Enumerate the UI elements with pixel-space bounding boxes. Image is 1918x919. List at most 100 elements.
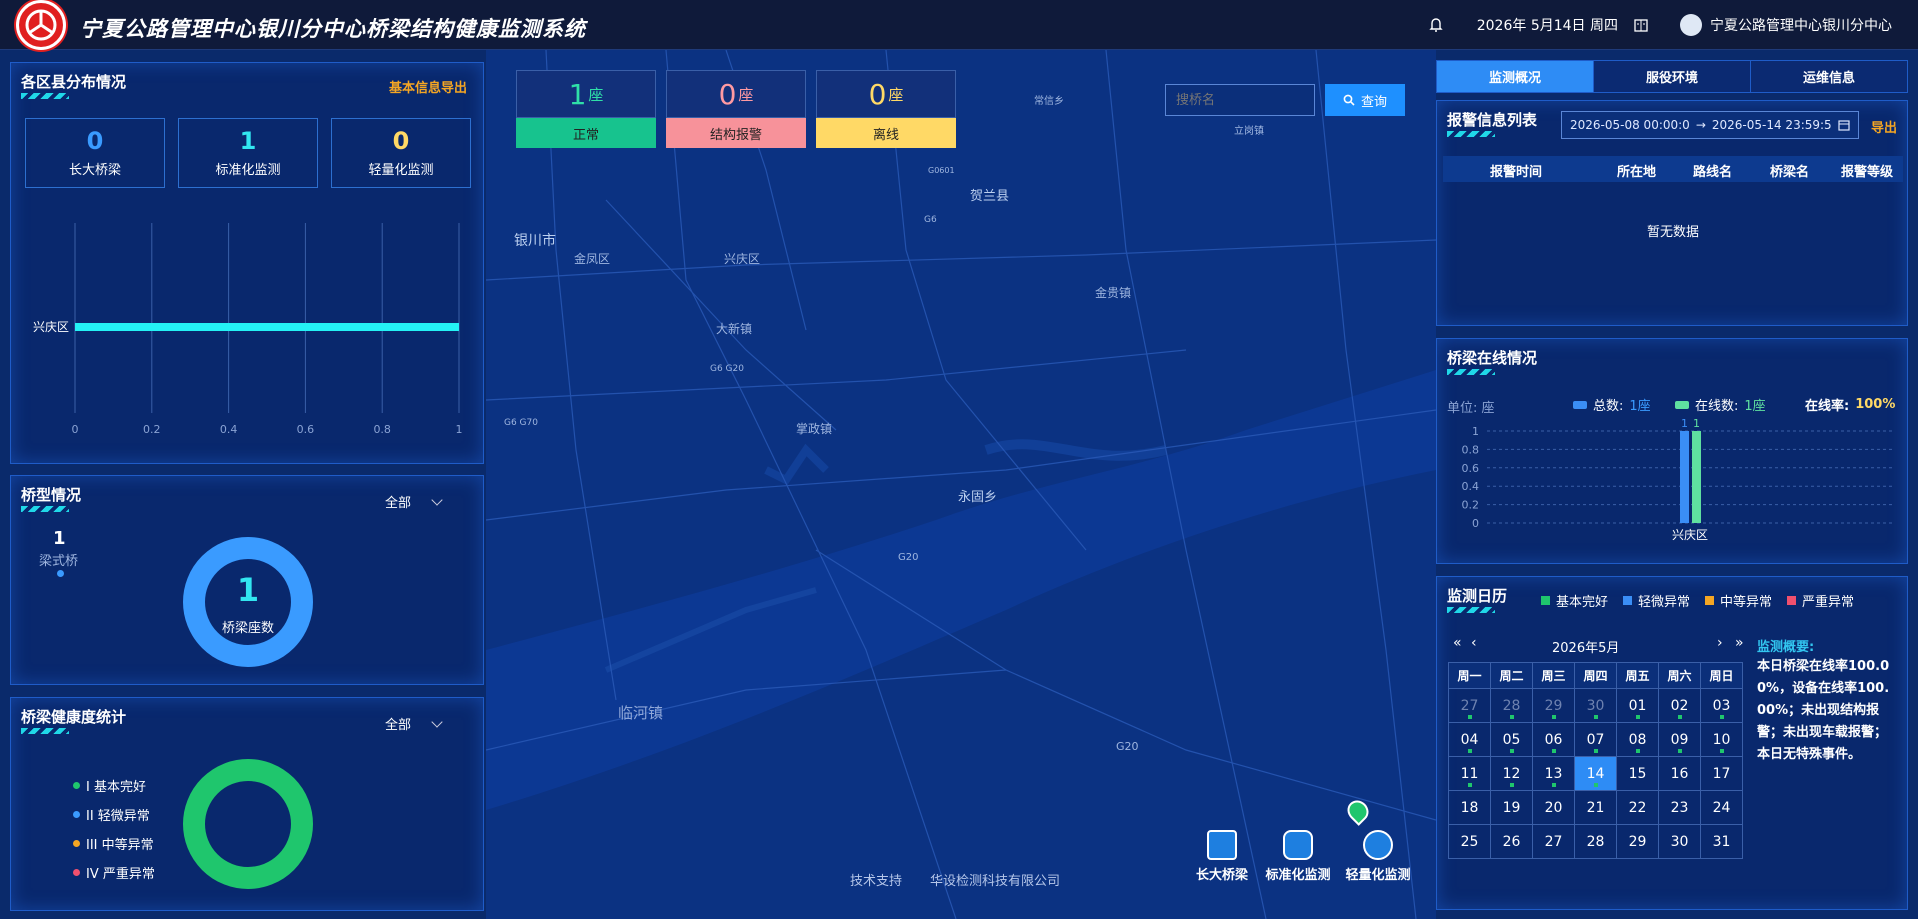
health-filter[interactable]: 全部	[385, 714, 443, 733]
stat-label: 标准化监测	[215, 163, 281, 178]
map-standard-monitoring-button[interactable]: 标准化监测	[1260, 830, 1336, 883]
legend-item: II 轻微异常	[73, 805, 150, 824]
panel-title: 桥梁健康度统计	[21, 708, 127, 726]
calendar-day[interactable]: 29	[1532, 688, 1575, 723]
bar	[75, 323, 459, 331]
calendar-day[interactable]: 26	[1490, 824, 1533, 859]
calendar-day[interactable]: 17	[1700, 756, 1743, 791]
x-category-label: 兴庆区	[1672, 528, 1708, 542]
next-year-button[interactable]: »	[1735, 635, 1744, 651]
column-header: 报警时间	[1490, 165, 1543, 180]
legend-item: III 中等异常	[73, 834, 154, 853]
map-view[interactable]: 银川市 金凤区 兴庆区 贺兰县 金贵镇 大新镇 掌政镇 永固乡 临河镇 常信乡 …	[486, 50, 1436, 919]
health-stats-panel: 桥梁健康度统计 全部 I 基本完好 II 轻微异常 III 中等异常 IV 严重…	[10, 697, 484, 911]
bridge-type-filter[interactable]: 全部	[385, 492, 443, 511]
weekday-header: 周一	[1448, 662, 1491, 689]
calendar-day[interactable]: 08	[1616, 722, 1659, 757]
calendar-day[interactable]: 16	[1658, 756, 1701, 791]
legend-label: 总数:	[1593, 399, 1624, 414]
calendar-day[interactable]: 18	[1448, 790, 1491, 825]
calendar-day[interactable]: 28	[1490, 688, 1533, 723]
map-label: 常信乡	[1034, 96, 1064, 107]
status-structure-alarm[interactable]: 0座 结构报警	[666, 70, 806, 150]
y-category-label: 兴庆区	[33, 320, 69, 334]
support-label: 技术支持	[850, 874, 903, 889]
next-month-button[interactable]: ›	[1717, 635, 1723, 651]
calendar-day[interactable]: 27	[1532, 824, 1575, 859]
legend-label: 中等异常	[1720, 595, 1773, 610]
map-label: 金凤区	[574, 252, 611, 266]
y-tick-label: 0	[1472, 517, 1479, 530]
calendar-day[interactable]: 03	[1700, 688, 1743, 723]
calendar-month: 2026年5月	[1552, 641, 1620, 656]
status-dot	[1635, 715, 1640, 719]
status-dot	[1551, 783, 1556, 787]
prev-month-button[interactable]: ‹	[1471, 635, 1477, 651]
calendar-day[interactable]: 14	[1574, 756, 1617, 791]
tab-monitoring-overview[interactable]: 监测概况	[1437, 61, 1594, 92]
bar	[1692, 431, 1701, 523]
calendar-day[interactable]: 13	[1532, 756, 1575, 791]
calendar-day[interactable]: 10	[1700, 722, 1743, 757]
map-light-monitoring-button[interactable]: 轻量化监测	[1340, 830, 1416, 883]
tab-service-environment[interactable]: 服役环境	[1594, 61, 1751, 92]
calendar-day[interactable]: 24	[1700, 790, 1743, 825]
user-name[interactable]: 宁夏公路管理中心银川分中心	[1710, 15, 1892, 35]
map-label: G6 G20	[710, 364, 744, 374]
calendar-day[interactable]: 02	[1658, 688, 1701, 723]
map-button-label: 标准化监测	[1265, 868, 1331, 883]
bar	[1680, 431, 1689, 523]
legend-label: 基本完好	[1556, 595, 1609, 610]
calendar-day[interactable]: 20	[1532, 790, 1575, 825]
calendar-day[interactable]: 25	[1448, 824, 1491, 859]
bridge-type-panel: 桥型情况 全部 1 梁式桥 1 桥梁座数	[10, 475, 484, 685]
calendar-day[interactable]: 27	[1448, 688, 1491, 723]
calendar-day[interactable]: 22	[1616, 790, 1659, 825]
y-tick-label: 0.6	[1462, 462, 1480, 475]
export-alarm-link[interactable]: 导出	[1871, 117, 1897, 136]
system-title: 宁夏公路管理中心银川分中心桥梁结构健康监测系统	[80, 17, 586, 41]
legend-item: 中等异常	[1705, 591, 1772, 610]
calendar-day[interactable]: 31	[1700, 824, 1743, 859]
calendar-day[interactable]: 05	[1490, 722, 1533, 757]
status-normal[interactable]: 1座 正常	[516, 70, 656, 150]
bridge-search-input[interactable]	[1165, 84, 1315, 116]
calendar-day[interactable]: 30	[1574, 688, 1617, 723]
export-basic-info-link[interactable]: 基本信息导出	[389, 77, 467, 96]
calendar-day[interactable]: 06	[1532, 722, 1575, 757]
avatar[interactable]	[1680, 14, 1702, 36]
calendar-day[interactable]: 01	[1616, 688, 1659, 723]
column-header: 所在地	[1617, 165, 1657, 180]
badge-unit: 座	[588, 85, 604, 104]
calendar-day[interactable]: 29	[1616, 824, 1659, 859]
alarm-date-range[interactable]: 2026-05-08 00:00:0 → 2026-05-14 23:59:5	[1561, 111, 1859, 139]
calendar-day[interactable]: 28	[1574, 824, 1617, 859]
calendar-day[interactable]: 07	[1574, 722, 1617, 757]
prev-year-button[interactable]: «	[1453, 635, 1462, 651]
calendar-day[interactable]: 11	[1448, 756, 1491, 791]
status-dot	[1593, 783, 1598, 787]
calendar-day[interactable]: 30	[1658, 824, 1701, 859]
calendar-day[interactable]: 21	[1574, 790, 1617, 825]
calendar-day[interactable]: 15	[1616, 756, 1659, 791]
circle-bridge-icon	[1363, 830, 1393, 860]
bell-icon[interactable]	[1427, 16, 1445, 34]
search-button[interactable]: 查询	[1325, 84, 1405, 116]
calendar-day[interactable]: 12	[1490, 756, 1533, 791]
calendar-day[interactable]: 23	[1658, 790, 1701, 825]
calendar-day[interactable]: 19	[1490, 790, 1533, 825]
calendar-day[interactable]: 09	[1658, 722, 1701, 757]
x-tick-label: 1	[456, 423, 463, 436]
arrow-right-icon: →	[1695, 118, 1706, 132]
badge-count: 0	[718, 77, 737, 111]
summary-title: 监测概要:	[1757, 640, 1815, 655]
legend-label: II 轻微异常	[86, 809, 150, 824]
map-long-bridge-button[interactable]: 长大桥梁	[1192, 830, 1252, 883]
chevron-down-icon	[431, 716, 443, 728]
panel-title: 报警信息列表	[1447, 111, 1538, 129]
tab-maintenance-info[interactable]: 运维信息	[1751, 61, 1907, 92]
calendar-book-icon[interactable]	[1632, 16, 1650, 34]
status-offline[interactable]: 0座 离线	[816, 70, 956, 150]
current-date: 2026年 5月14日 周四	[1476, 18, 1618, 34]
calendar-day[interactable]: 04	[1448, 722, 1491, 757]
